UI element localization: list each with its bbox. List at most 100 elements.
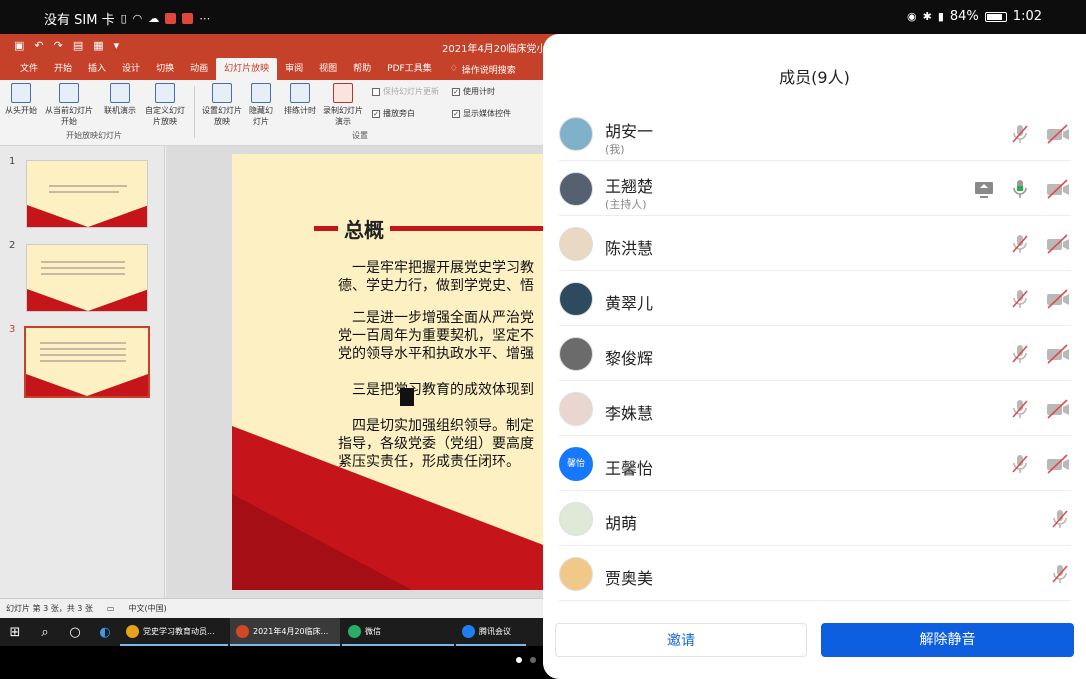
mic-muted-icon[interactable] bbox=[1009, 233, 1031, 255]
custom-show-button[interactable]: 自定义幻灯片放映 bbox=[142, 83, 188, 127]
custom-label: 自定义幻灯片放映 bbox=[145, 106, 185, 126]
setup-icon bbox=[212, 83, 232, 103]
camera-off-icon[interactable] bbox=[1045, 123, 1071, 145]
slide-paragraph: 三是把党习教育的成效体现到 bbox=[352, 382, 534, 398]
tab-pdf[interactable]: PDF工具集 bbox=[379, 58, 440, 80]
tab-review[interactable]: 审阅 bbox=[277, 58, 311, 80]
title-bar-right bbox=[390, 226, 550, 231]
wifi-icon: ◠ bbox=[132, 12, 143, 25]
camera-off-icon[interactable] bbox=[1045, 453, 1071, 475]
avatar bbox=[559, 227, 593, 261]
camera-off-icon[interactable] bbox=[1045, 178, 1071, 200]
divider bbox=[194, 86, 195, 138]
windows-start-icon[interactable]: ⊞ bbox=[0, 625, 30, 640]
edge-icon[interactable]: ◐ bbox=[90, 625, 120, 640]
use-timings-checkbox[interactable]: ✓ 使用计时 bbox=[452, 86, 495, 97]
print-icon[interactable]: ▤ bbox=[73, 39, 83, 52]
undo-icon[interactable]: ↶ bbox=[34, 39, 43, 52]
avatar bbox=[559, 557, 593, 591]
slide-thumbnail-2[interactable] bbox=[26, 244, 148, 312]
tab-transitions[interactable]: 切换 bbox=[148, 58, 182, 80]
tab-home[interactable]: 开始 bbox=[46, 58, 80, 80]
camera-off-icon[interactable] bbox=[1045, 288, 1071, 310]
slide-paragraph: 德、学史力行，做到学党史、悟 bbox=[338, 278, 534, 294]
save-icon[interactable]: ▣ bbox=[14, 39, 24, 52]
language-indicator[interactable]: 中文(中国) bbox=[128, 603, 166, 614]
tab-slideshow[interactable]: 幻灯片放映 bbox=[216, 58, 278, 80]
thumb-text-line bbox=[40, 354, 126, 356]
from-start-button[interactable]: 从头开始 bbox=[4, 83, 38, 116]
mic-muted-icon[interactable] bbox=[1049, 563, 1071, 585]
slide-paragraph: 党的领导水平和执政水平、增强 bbox=[338, 346, 534, 362]
keep-updated-checkbox[interactable]: 保持幻灯片更新 bbox=[372, 86, 439, 97]
tab-file[interactable]: 文件 bbox=[12, 58, 46, 80]
slide-thumbnail-3[interactable] bbox=[24, 326, 150, 398]
taskbar-app-chrome[interactable]: 党史学习教育动员... bbox=[120, 618, 228, 646]
thumb-red-banner bbox=[26, 374, 148, 396]
mic-active-icon[interactable] bbox=[1009, 178, 1031, 200]
tell-me-search[interactable]: ♢ 操作说明搜索 bbox=[440, 63, 516, 76]
windows-taskbar: ⊞ ⌕ ○ ◐ 党史学习教育动员... 2021年4月20临床... 微信 腾讯… bbox=[0, 618, 560, 646]
play-narration-checkbox[interactable]: ✓ 播放旁白 bbox=[372, 108, 415, 119]
unmute-button[interactable]: 解除静音 bbox=[821, 623, 1074, 657]
hide-slide-button[interactable]: 隐藏幻灯片 bbox=[246, 83, 276, 127]
thumb-text-line bbox=[49, 191, 119, 193]
powerpoint-icon bbox=[236, 624, 249, 638]
show-media-checkbox[interactable]: ✓ 显示媒体控件 bbox=[452, 108, 511, 119]
member-row[interactable]: 贾奥美 bbox=[559, 546, 1071, 601]
slide-thumbnail-1[interactable] bbox=[26, 160, 148, 228]
member-row[interactable]: 陈洪慧 bbox=[559, 216, 1071, 271]
present-online-button[interactable]: 联机演示 bbox=[100, 83, 140, 116]
member-name: 胡萌 bbox=[605, 514, 638, 533]
chrome-icon bbox=[126, 624, 139, 638]
taskbar-app-label: 微信 bbox=[365, 626, 381, 636]
member-row[interactable]: 馨怡 王馨怡 bbox=[559, 436, 1071, 491]
bluetooth-icon: ✱ bbox=[922, 10, 932, 23]
member-row[interactable]: 黎俊辉 bbox=[559, 326, 1071, 381]
taskbar-app-wechat[interactable]: 微信 bbox=[342, 618, 454, 646]
screen-share-icon[interactable] bbox=[973, 178, 995, 200]
thumb-text-line bbox=[41, 273, 125, 275]
accessibility-icon[interactable]: ▭ bbox=[107, 604, 115, 613]
search-icon[interactable]: ⌕ bbox=[30, 625, 60, 640]
taskbar-app-label: 腾讯会议 bbox=[479, 626, 511, 636]
mic-muted-icon[interactable] bbox=[1009, 343, 1031, 365]
mic-muted-icon[interactable] bbox=[1049, 508, 1071, 530]
customize-icon[interactable]: ▾ bbox=[114, 39, 120, 52]
slide-paragraph: 紧压实责任，形成责任闭环。 bbox=[338, 454, 520, 470]
camera-off-icon[interactable] bbox=[1045, 343, 1071, 365]
record-button[interactable]: 录制幻灯片演示 bbox=[320, 83, 366, 127]
current-slide[interactable]: 总概 一是牢牢把握开展党史学习教 德、学史力行，做到学党史、悟 二是进一步增强全… bbox=[232, 154, 560, 590]
mic-muted-icon[interactable] bbox=[1009, 453, 1031, 475]
member-row[interactable]: 胡安一 (我) bbox=[559, 106, 1071, 161]
from-current-button[interactable]: 从当前幻灯片开始 bbox=[42, 83, 96, 127]
redo-icon[interactable]: ↷ bbox=[54, 39, 63, 52]
camera-off-icon[interactable] bbox=[1045, 233, 1071, 255]
notification-icon bbox=[182, 13, 194, 24]
member-row[interactable]: 李姝慧 bbox=[559, 381, 1071, 436]
mic-muted-icon[interactable] bbox=[1009, 398, 1031, 420]
camera-off-icon[interactable] bbox=[1045, 398, 1071, 420]
member-row[interactable]: 胡萌 bbox=[559, 491, 1071, 546]
setup-slideshow-button[interactable]: 设置幻灯片放映 bbox=[200, 83, 244, 127]
task-view-icon[interactable]: ○ bbox=[60, 625, 90, 640]
tab-insert[interactable]: 插入 bbox=[80, 58, 114, 80]
rehearse-button[interactable]: 排练计时 bbox=[280, 83, 320, 116]
wechat-icon bbox=[348, 624, 361, 638]
present-icon[interactable]: ▦ bbox=[93, 39, 103, 52]
taskbar-app-powerpoint[interactable]: 2021年4月20临床... bbox=[230, 618, 340, 646]
battery-text: 84% bbox=[949, 9, 979, 24]
invite-button[interactable]: 邀请 bbox=[555, 623, 807, 657]
member-row[interactable]: 王翘楚 (主持人) bbox=[559, 161, 1071, 216]
tab-view[interactable]: 视图 bbox=[311, 58, 345, 80]
thumb-red-banner bbox=[27, 205, 147, 227]
tab-design[interactable]: 设计 bbox=[114, 58, 148, 80]
member-row[interactable]: 黄翠儿 bbox=[559, 271, 1071, 326]
play-current-icon bbox=[59, 83, 79, 103]
tab-animations[interactable]: 动画 bbox=[182, 58, 216, 80]
taskbar-app-tencent-meeting[interactable]: 腾讯会议 bbox=[456, 618, 526, 646]
use-timings-label: 使用计时 bbox=[463, 87, 495, 96]
mic-muted-icon[interactable] bbox=[1009, 288, 1031, 310]
mic-muted-icon[interactable] bbox=[1009, 123, 1031, 145]
tab-help[interactable]: 帮助 bbox=[345, 58, 379, 80]
